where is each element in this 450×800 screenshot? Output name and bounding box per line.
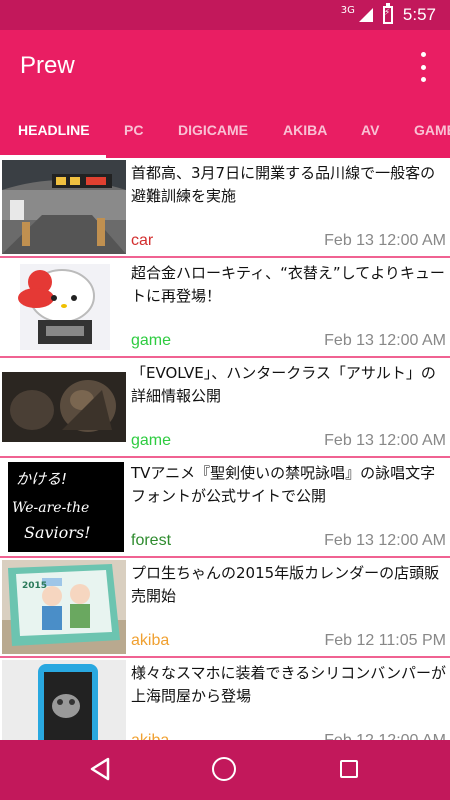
article-category: akiba (131, 732, 169, 740)
tab-akiba[interactable]: AKIBA (283, 106, 327, 158)
article-title: 「EVOLVE」、ハンタークラス「アサルト」の詳細情報公開 (131, 364, 436, 405)
list-item[interactable]: 「EVOLVE」、ハンタークラス「アサルト」の詳細情報公開 game Feb 1… (0, 358, 450, 458)
recent-apps-icon[interactable] (340, 760, 358, 778)
back-icon[interactable] (88, 756, 112, 782)
signal-icon (358, 8, 373, 22)
tab-av[interactable]: AV (361, 106, 379, 158)
app-title: Prew (20, 52, 75, 79)
article-title: 様々なスマホに装着できるシリコンバンパーが上海問屋から登場 (131, 664, 447, 705)
overflow-menu-icon[interactable] (418, 52, 428, 82)
article-thumbnail: かける! We-are-the Saviors! (2, 460, 126, 554)
tab-game[interactable]: GAME (414, 106, 450, 158)
tab-digicame[interactable]: DIGICAME (178, 106, 248, 158)
article-category: game (131, 432, 172, 449)
article-date: Feb 13 12:00 AM (324, 232, 446, 249)
article-category: car (131, 232, 154, 249)
article-title: TVアニメ『聖剣使いの禁呪詠唱』の詠唱文字フォントが公式サイトで公開 (131, 464, 436, 505)
home-icon[interactable] (212, 757, 236, 781)
list-item[interactable]: かける! We-are-the Saviors! TVアニメ『聖剣使いの禁呪詠唱… (0, 458, 450, 558)
article-title: プロ生ちゃんの2015年版カレンダーの店頭販売開始 (131, 564, 440, 605)
list-item[interactable]: 首都高、3月7日に開業する品川線で一般客の避難訓練を実施 car Feb 13 … (0, 158, 450, 258)
thumb-calendar-label: 2015 (22, 581, 47, 591)
tab-headline[interactable]: HEADLINE (18, 106, 90, 158)
article-date: Feb 13 12:00 AM (324, 332, 446, 349)
thumb-lettering-line: Saviors! (24, 523, 91, 542)
clock: 5:57 (402, 5, 436, 24)
article-thumbnail (2, 360, 126, 454)
article-thumbnail (2, 160, 126, 254)
app-bar: Prew (0, 30, 450, 106)
tab-pc[interactable]: PC (124, 106, 143, 158)
article-date: Feb 12 11:05 PM (324, 632, 446, 649)
list-item[interactable]: 2015 プロ生ちゃんの2015年版カレンダーの店頭販売開始 akiba Feb… (0, 558, 450, 658)
system-navigation-bar (0, 740, 450, 800)
battery-charging-icon (382, 3, 393, 24)
article-date: Feb 13 12:00 AM (324, 432, 446, 449)
list-item[interactable]: 超合金ハローキティ、“衣替え”してよりキュートに再登場！ game Feb 13… (0, 258, 450, 358)
category-tabs: HEADLINE PC DIGICAME AKIBA AV GAME (0, 106, 450, 158)
network-type-label: 3G (340, 4, 355, 16)
article-date: Feb 12 12:00 AM (324, 732, 446, 740)
article-thumbnail (2, 260, 126, 354)
article-thumbnail (2, 660, 126, 740)
status-bar: 3G 5:57 (0, 0, 450, 30)
thumb-lettering-line: かける! (16, 470, 67, 488)
article-title: 超合金ハローキティ、“衣替え”してよりキュートに再登場！ (131, 264, 445, 305)
article-category: game (131, 332, 172, 349)
list-item[interactable]: 様々なスマホに装着できるシリコンバンパーが上海問屋から登場 akiba Feb … (0, 658, 450, 740)
article-list[interactable]: 首都高、3月7日に開業する品川線で一般客の避難訓練を実施 car Feb 13 … (0, 158, 450, 740)
thumb-lettering-line: We-are-the (12, 500, 89, 516)
article-thumbnail: 2015 (2, 560, 126, 654)
article-category: forest (131, 532, 172, 549)
article-category: akiba (131, 632, 170, 649)
article-date: Feb 13 12:00 AM (324, 532, 446, 549)
article-title: 首都高、3月7日に開業する品川線で一般客の避難訓練を実施 (131, 164, 436, 205)
